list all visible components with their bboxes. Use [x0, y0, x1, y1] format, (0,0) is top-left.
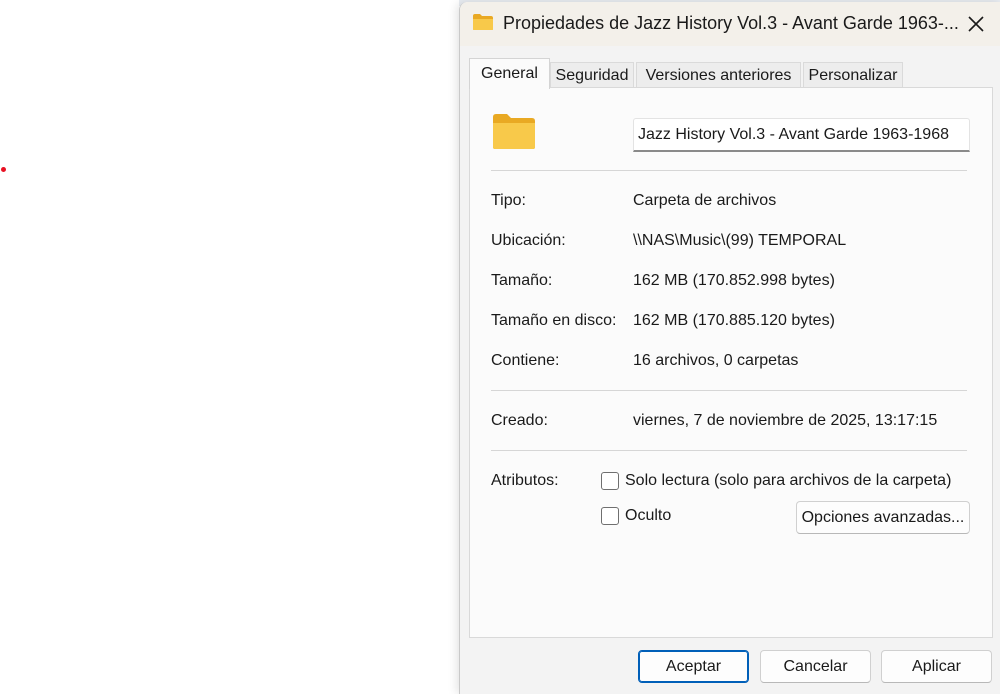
- separator: [491, 450, 967, 451]
- size-on-disk-label: Tamaño en disco:: [491, 312, 617, 329]
- contains-label: Contiene:: [491, 352, 560, 369]
- type-value: Carpeta de archivos: [633, 192, 777, 209]
- tab-customize[interactable]: Personalizar: [803, 62, 903, 88]
- readonly-checkbox[interactable]: Solo lectura (solo para archivos de la c…: [601, 472, 951, 490]
- hidden-checkbox-label: Oculto: [625, 507, 672, 524]
- close-icon: [968, 16, 984, 32]
- size-label: Tamaño:: [491, 272, 553, 289]
- size-on-disk-value: 162 MB (170.885.120 bytes): [633, 312, 835, 329]
- cancel-button[interactable]: Cancelar: [760, 650, 871, 683]
- separator: [491, 390, 967, 391]
- folder-name-input[interactable]: [633, 118, 970, 152]
- size-value: 162 MB (170.852.998 bytes): [633, 272, 835, 289]
- separator: [491, 170, 967, 171]
- advanced-options-button[interactable]: Opciones avanzadas...: [796, 501, 970, 534]
- readonly-checkbox-label: Solo lectura (solo para archivos de la c…: [625, 472, 952, 489]
- tab-general[interactable]: General: [469, 58, 550, 89]
- tab-security[interactable]: Seguridad: [550, 62, 634, 88]
- general-panel: Tipo: Carpeta de archivos Ubicación: \\N…: [469, 87, 993, 638]
- ok-button[interactable]: Aceptar: [638, 650, 749, 683]
- hidden-checkbox[interactable]: Oculto: [601, 507, 671, 525]
- checkbox-box[interactable]: [601, 507, 619, 525]
- type-label: Tipo:: [491, 192, 526, 209]
- created-value: viernes, 7 de noviembre de 2025, 13:17:1…: [633, 412, 938, 429]
- created-label: Creado:: [491, 412, 548, 429]
- contains-value: 16 archivos, 0 carpetas: [633, 352, 799, 369]
- location-label: Ubicación:: [491, 232, 566, 249]
- attributes-label: Atributos:: [491, 472, 559, 489]
- close-button[interactable]: [953, 2, 999, 46]
- title-bar[interactable]: Propiedades de Jazz History Vol.3 - Avan…: [460, 2, 1000, 46]
- dialog-title: Propiedades de Jazz History Vol.3 - Avan…: [503, 13, 959, 33]
- location-value: \\NAS\Music\(99) TEMPORAL: [633, 232, 847, 249]
- red-dot-marker: [1, 167, 6, 172]
- properties-dialog: Propiedades de Jazz History Vol.3 - Avan…: [459, 2, 1000, 694]
- apply-button[interactable]: Aplicar: [881, 650, 992, 683]
- folder-icon: [473, 14, 493, 30]
- checkbox-box[interactable]: [601, 472, 619, 490]
- tab-previous-versions[interactable]: Versiones anteriores: [636, 62, 801, 88]
- folder-icon: [493, 114, 535, 149]
